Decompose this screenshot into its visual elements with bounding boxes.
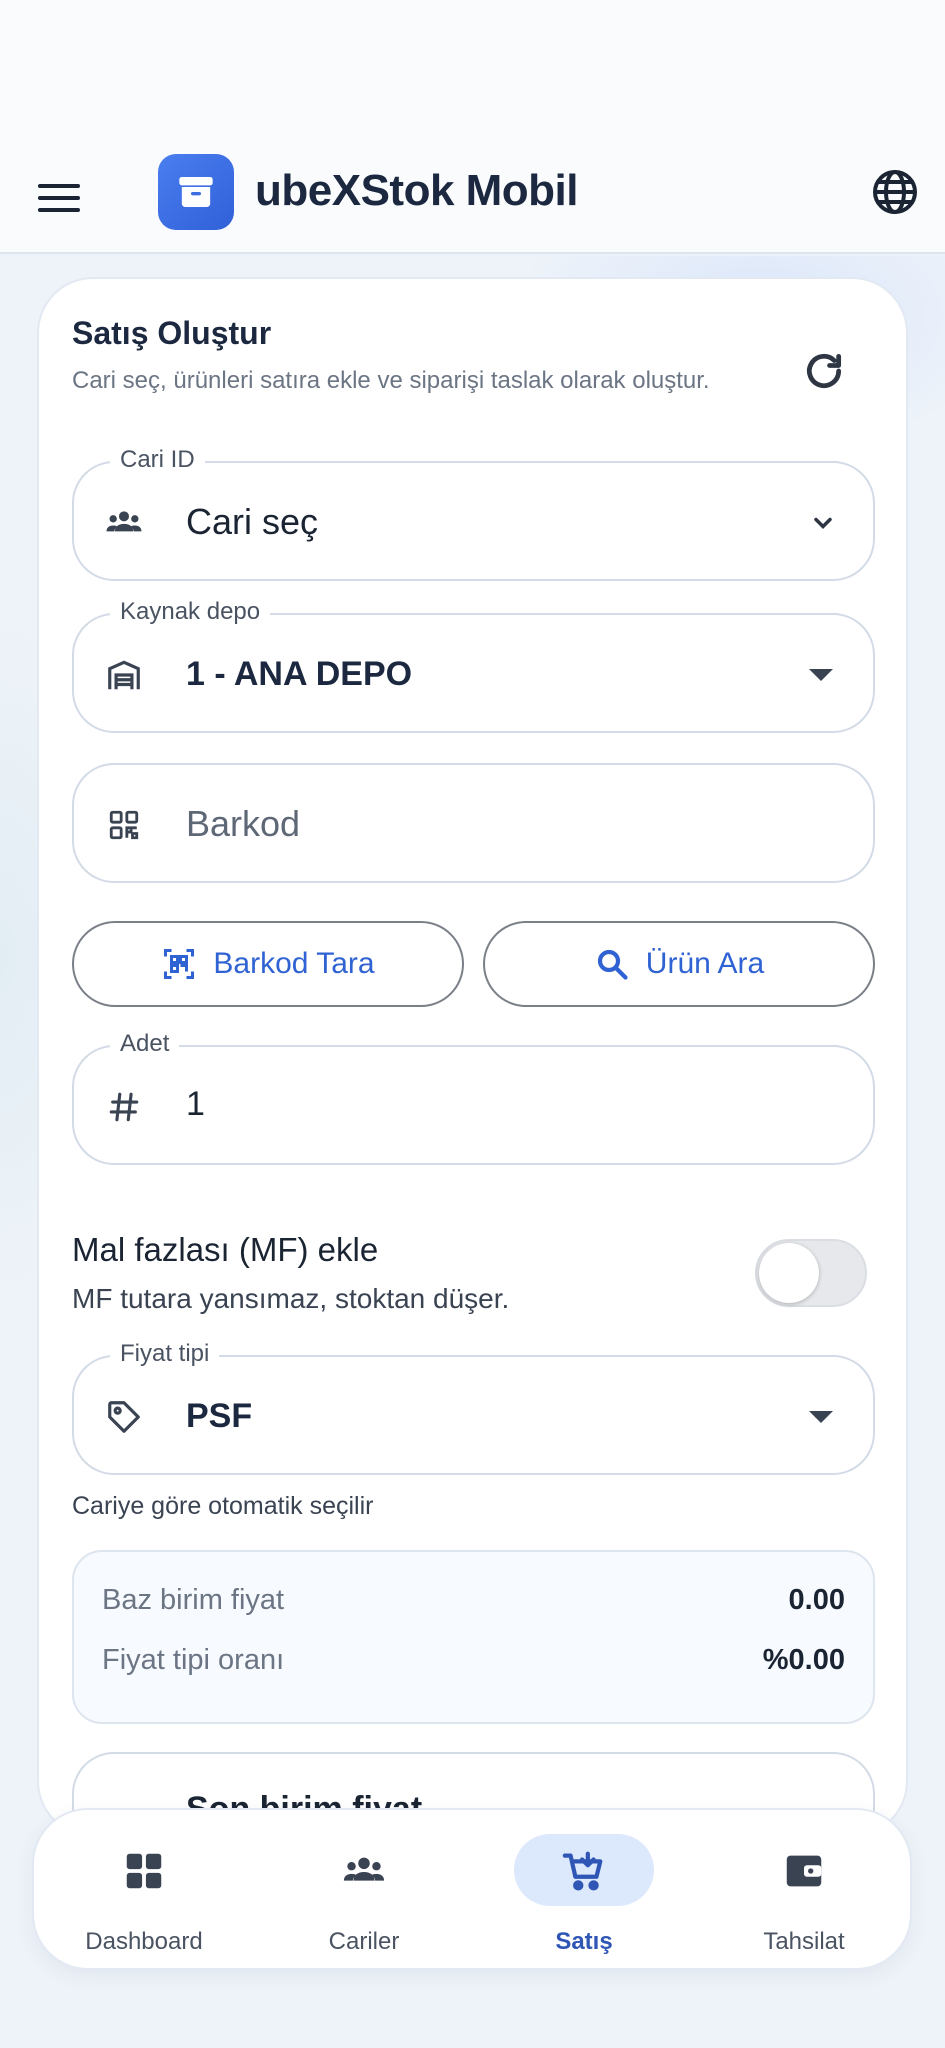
- price-type-select[interactable]: Fiyat tipi PSF: [72, 1340, 875, 1475]
- price-type-label: Fiyat tipi: [110, 1340, 220, 1368]
- nav-label: Tahsilat: [763, 1928, 845, 1955]
- warehouse-icon: [104, 655, 144, 695]
- mf-title: Mal fazlası (MF) ekle: [72, 1231, 379, 1268]
- app-title: ubeXStok Mobil: [255, 166, 579, 215]
- price-key: Fiyat tipi oranı: [102, 1644, 285, 1676]
- hash-icon: [104, 1087, 144, 1127]
- switch-knob: [759, 1243, 819, 1303]
- nav-satis[interactable]: Satış: [474, 1810, 694, 1972]
- quantity-value: 1: [186, 1085, 205, 1123]
- tag-icon: [104, 1397, 144, 1437]
- search-product-button[interactable]: Ürün Ara: [483, 921, 875, 1007]
- cari-value: Cari seç: [186, 501, 319, 542]
- form-title: Satış Oluştur: [72, 315, 272, 351]
- nav-tahsilat[interactable]: Tahsilat: [694, 1810, 914, 1972]
- depo-label: Kaynak depo: [110, 598, 271, 626]
- price-info-box: Baz birim fiyat 0.00 Fiyat tipi oranı %0…: [72, 1550, 875, 1724]
- nav-label: Satış: [555, 1928, 613, 1955]
- search-icon: [597, 949, 628, 980]
- mf-description: MF tutara yansımaz, stoktan düşer.: [72, 1283, 510, 1314]
- wallet-icon: [786, 1855, 822, 1887]
- chevron-down-icon: [814, 517, 832, 529]
- price-type-value: PSF: [186, 1397, 253, 1435]
- price-type-hint: Cariye göre otomatik seçilir: [72, 1492, 374, 1520]
- status-bar-area: [0, 0, 945, 150]
- price-key: Baz birim fiyat: [102, 1584, 285, 1616]
- dropdown-arrow-icon: [809, 1411, 833, 1423]
- app-bar: ubeXStok Mobil: [0, 150, 945, 254]
- nav-label: Dashboard: [85, 1928, 203, 1955]
- barcode-placeholder: Barkod: [186, 803, 301, 844]
- dropdown-arrow-icon: [809, 669, 833, 681]
- nav-dashboard[interactable]: Dashboard: [34, 1810, 254, 1972]
- quantity-input[interactable]: Adet 1: [72, 1030, 875, 1165]
- people-icon: [343, 1857, 385, 1881]
- sale-form-card: Satış Oluştur Cari seç, ürünleri satıra …: [37, 277, 908, 1837]
- search-product-label: Ürün Ara: [645, 947, 765, 980]
- barcode-scan-icon: [164, 949, 195, 979]
- people-icon: [104, 503, 144, 543]
- dashboard-icon: [126, 1853, 162, 1889]
- archive-icon: [158, 154, 234, 230]
- nav-label: Cariler: [328, 1928, 400, 1955]
- price-row: Baz birim fiyat 0.00: [102, 1584, 845, 1617]
- qr-code-icon: [104, 805, 144, 845]
- scan-barcode-label: Barkod Tara: [213, 947, 375, 980]
- depo-select[interactable]: Kaynak depo 1 - ANA DEPO: [72, 598, 875, 733]
- scan-barcode-button[interactable]: Barkod Tara: [72, 921, 464, 1007]
- refresh-icon[interactable]: [802, 349, 846, 393]
- menu-icon[interactable]: [38, 175, 84, 221]
- quantity-label: Adet: [110, 1030, 180, 1058]
- depo-value: 1 - ANA DEPO: [186, 655, 413, 693]
- mf-switch[interactable]: [755, 1239, 867, 1307]
- price-value: %0.00: [762, 1644, 845, 1676]
- nav-cariler[interactable]: Cariler: [254, 1810, 474, 1972]
- cari-label: Cari ID: [110, 446, 205, 474]
- form-subtitle: Cari seç, ürünleri satıra ekle ve sipari…: [72, 367, 710, 394]
- bottom-navigation: Dashboard Cariler Satış Tahsilat: [32, 1808, 912, 1970]
- price-row: Fiyat tipi oranı %0.00: [102, 1644, 845, 1677]
- cari-select[interactable]: Cari ID Cari seç: [72, 446, 875, 581]
- price-value: 0.00: [788, 1584, 845, 1616]
- cart-icon: [562, 1851, 603, 1891]
- globe-icon[interactable]: [871, 168, 919, 216]
- barcode-input[interactable]: Barkod: [72, 763, 875, 883]
